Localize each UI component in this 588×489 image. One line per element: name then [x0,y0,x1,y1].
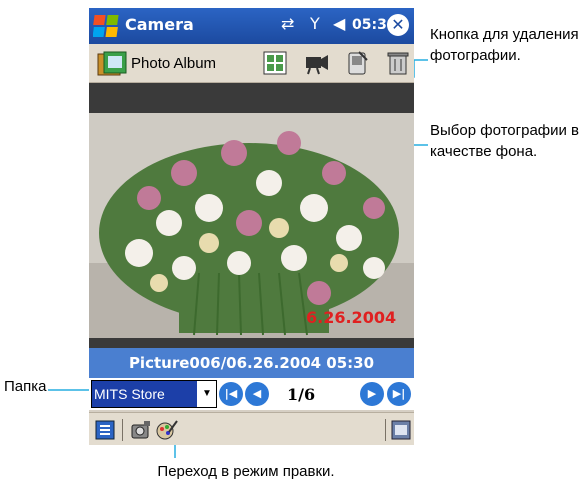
video-camera-icon[interactable] [304,50,330,76]
thumbnail-view-icon[interactable] [262,50,288,76]
command-bar [89,412,414,445]
windows-start-icon[interactable] [93,12,121,40]
photo-frame-top [89,83,414,113]
signal-icon[interactable]: Y [310,14,320,33]
volume-icon[interactable]: ◀ [333,14,345,33]
sip-toggle-icon[interactable] [390,419,412,441]
previous-icon[interactable]: ◀ [245,382,269,406]
chevron-down-icon[interactable]: ▼ [199,381,215,407]
connectivity-icon[interactable]: ⇄ [281,14,294,33]
photo-album-icon[interactable] [97,51,127,77]
edit-mode-annotation: Переход в режим правки. [157,463,335,480]
device-screen: Camera ⇄ Y ◀ 05:39 ✕ Photo Album 6.26.20… [89,8,414,445]
photo-caption: Picture006/06.26.2004 05:30 [128,354,375,372]
title-bar: Camera ⇄ Y ◀ 05:39 ✕ [89,8,414,44]
photo-frame-bottom [89,338,414,348]
next-icon[interactable]: ▶ [360,382,384,406]
flower-bouquet-photo [89,113,414,338]
toolbar: Photo Album [89,44,414,83]
photo-preview[interactable] [89,113,414,338]
keyboard-icon[interactable] [94,419,116,441]
set-as-background-icon[interactable] [345,50,371,76]
divider [122,419,123,441]
page-counter: 1/6 [287,385,316,404]
last-icon[interactable]: ▶| [387,382,411,406]
photo-album-label[interactable]: Photo Album [131,55,216,72]
camera-icon[interactable] [129,418,153,442]
close-icon[interactable]: ✕ [387,14,409,36]
first-icon[interactable]: |◀ [219,382,243,406]
divider [385,419,386,441]
folder-dropdown[interactable]: MITS Store ▼ [91,380,217,408]
folder-annotation: Папка [4,378,47,395]
set-background-annotation: Выбор фотографии в качестве фона. [430,122,580,160]
delete-photo-annotation: Кнопка для удаления фотографии. [430,26,579,64]
navigation-bar: MITS Store ▼ |◀ ◀ 1/6 ▶ ▶| [89,378,414,410]
date-stamp: 6.26.2004 [306,308,397,327]
app-title: Camera [125,15,194,34]
edit-icon[interactable] [155,418,179,442]
trash-icon[interactable] [385,50,411,76]
folder-value: MITS Store [92,381,197,407]
